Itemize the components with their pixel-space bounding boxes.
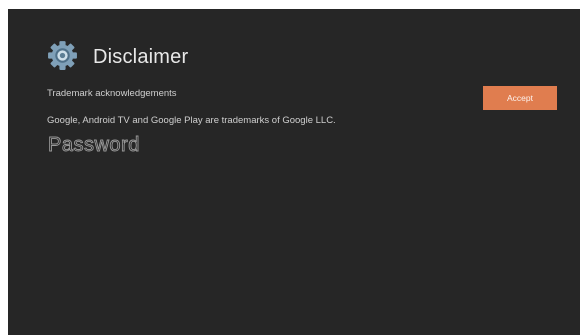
trademark-heading: Trademark acknowledgements xyxy=(47,88,177,99)
header: Disclaimer xyxy=(46,39,188,72)
password-label: Password xyxy=(48,134,140,156)
accept-button[interactable]: Accept xyxy=(483,86,557,110)
page-title: Disclaimer xyxy=(93,45,189,68)
trademark-text: Google, Android TV and Google Play are t… xyxy=(47,115,336,126)
gear-icon xyxy=(46,39,79,72)
disclaimer-screen: Disclaimer Trademark acknowledgements Go… xyxy=(8,9,580,335)
